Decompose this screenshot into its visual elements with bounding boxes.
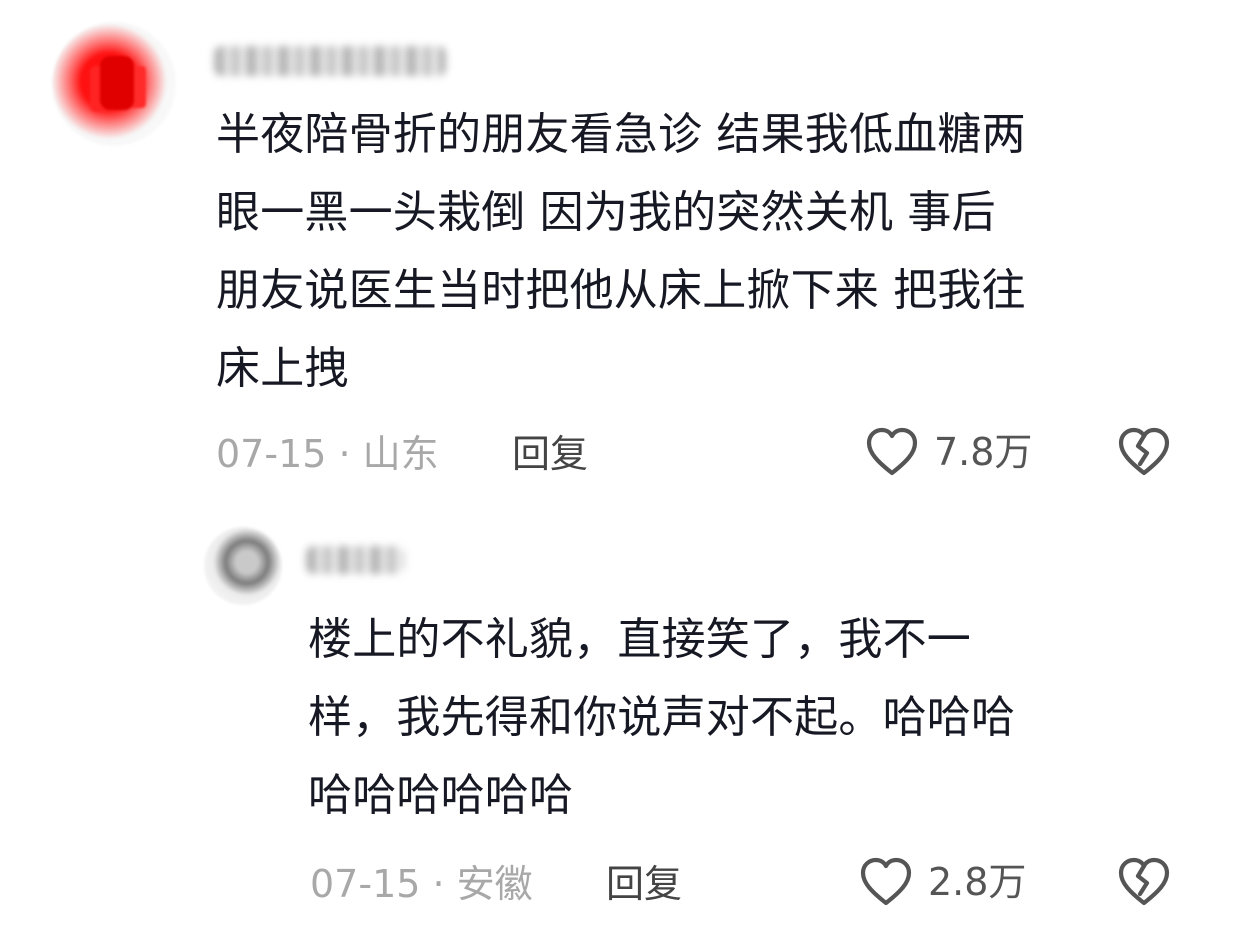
broken-heart-icon[interactable]	[1116, 856, 1172, 908]
comment-meta: 07-15 · 山东	[216, 432, 439, 476]
like-count: 7.8万	[934, 430, 1033, 474]
heart-outline-icon	[866, 427, 918, 476]
username-blurred[interactable]	[214, 46, 446, 76]
username-blurred[interactable]	[306, 546, 404, 574]
avatar[interactable]	[52, 22, 176, 146]
like-button[interactable]: 2.8万	[858, 856, 1026, 908]
heart-outline-icon	[860, 857, 912, 906]
reply-text: 楼上的不礼貌，直接笑了，我不一 样，我先得和你说声对不起。哈哈哈 哈哈哈哈哈哈	[308, 614, 1016, 821]
reply-button[interactable]: 回复	[512, 431, 588, 477]
avatar[interactable]	[204, 527, 282, 605]
comment-text: 半夜陪骨折的朋友看急诊 结果我低血糖两 眼一黑一头栽倒 因为我的突然关机 事后 …	[216, 109, 1026, 394]
broken-heart-icon[interactable]	[1116, 426, 1172, 478]
like-button[interactable]: 7.8万	[864, 426, 1032, 478]
reply-button[interactable]: 回复	[606, 861, 682, 907]
reply-meta: 07-15 · 安徽	[310, 862, 533, 906]
like-count: 2.8万	[928, 860, 1027, 904]
